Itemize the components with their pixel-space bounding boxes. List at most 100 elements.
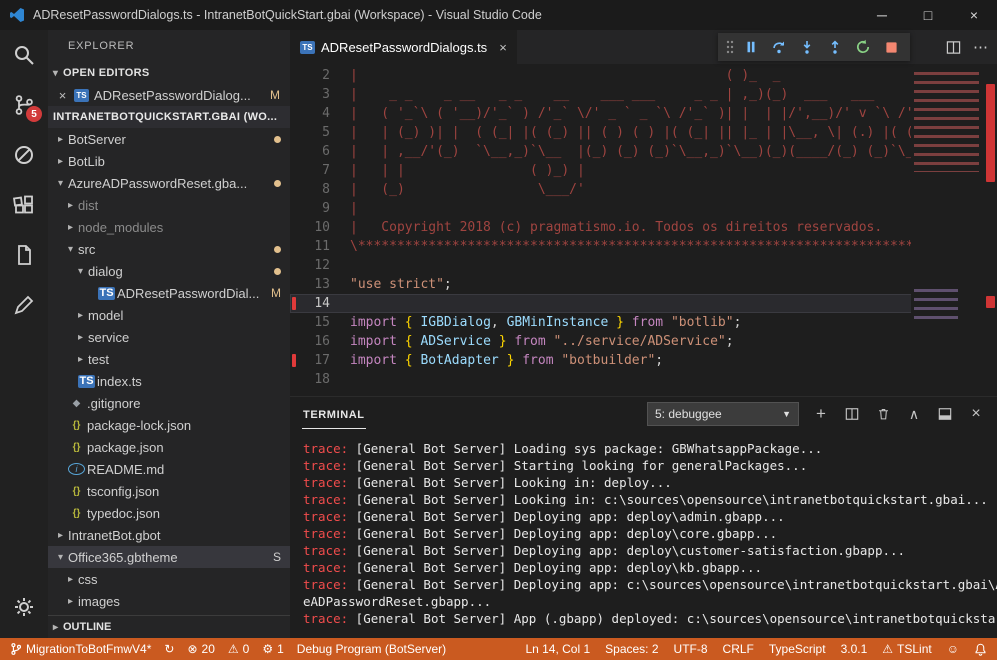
tab-adresetpassworddialogs[interactable]: TS ADResetPasswordDialogs.ts ×	[290, 30, 517, 64]
code-line[interactable]: 7| | | ( )_) | |	[290, 161, 997, 180]
minimize-button[interactable]: ─	[859, 0, 905, 30]
tree-item[interactable]: ▸BotLib	[48, 150, 290, 172]
warning-count: 0	[243, 642, 250, 656]
tree-item[interactable]: ▸BotServer	[48, 128, 290, 150]
eol-item[interactable]: CRLF	[723, 642, 754, 656]
code-line[interactable]: 18	[290, 370, 997, 389]
tree-item[interactable]: {}package.json	[48, 436, 290, 458]
restart-button[interactable]	[849, 33, 877, 61]
tree-item-label: images	[78, 594, 120, 609]
code-line[interactable]: 5| | (_) )| | ( (_| |( (_) || ( ) ( ) |(…	[290, 123, 997, 142]
tab-terminal[interactable]: TERMINAL	[302, 400, 366, 429]
errors-item[interactable]: ⊗ 20	[187, 642, 214, 656]
tree-item[interactable]: ▾src	[48, 238, 290, 260]
split-terminal-button[interactable]	[843, 405, 861, 423]
tree-item[interactable]: {}tsconfig.json	[48, 480, 290, 502]
git-branch-item[interactable]: MigrationToBotFmwV4*	[10, 642, 151, 656]
tree-item[interactable]: ▸css	[48, 568, 290, 590]
tree-item[interactable]: iREADME.md	[48, 458, 290, 480]
split-editor-icon[interactable]	[946, 40, 961, 55]
panel-position-icon[interactable]	[936, 405, 954, 423]
debug-config-item[interactable]: Debug Program (BotServer)	[297, 642, 446, 656]
maximize-panel-icon[interactable]: ∧	[905, 405, 923, 423]
tree-item[interactable]: ▸model	[48, 304, 290, 326]
pause-button[interactable]	[737, 33, 765, 61]
tree-item[interactable]: ▸test	[48, 348, 290, 370]
notifications-bell-icon[interactable]	[974, 642, 987, 657]
close-button[interactable]: ×	[951, 0, 997, 30]
encoding-item[interactable]: UTF-8	[674, 642, 708, 656]
kill-terminal-button[interactable]	[874, 405, 892, 423]
trace-prefix: trace:	[303, 509, 348, 524]
tree-item[interactable]: ▸dist	[48, 194, 290, 216]
new-terminal-button[interactable]: +	[812, 405, 830, 423]
code-line[interactable]: 13"use strict";	[290, 275, 997, 294]
settings-button[interactable]	[0, 582, 48, 632]
tree-item[interactable]: {}typedoc.json	[48, 502, 290, 524]
close-icon[interactable]: ×	[56, 88, 69, 103]
code-editor[interactable]: 2| ( )_ _ |3| _ _ _ __ _ _ __ ___ ___ _ …	[290, 64, 997, 396]
token: IGBDialog	[420, 315, 490, 330]
tree-item[interactable]: TSindex.ts	[48, 370, 290, 392]
code-line[interactable]: 2| ( )_ _ |	[290, 66, 997, 85]
tree-item[interactable]: ▾Office365.gbthemeS	[48, 546, 290, 568]
close-tab-icon[interactable]: ×	[499, 40, 507, 55]
code-line[interactable]: 16import { ADService } from "../service/…	[290, 332, 997, 351]
tslint-item[interactable]: ⚠ TSLint	[882, 642, 931, 656]
tree-item[interactable]: TSADResetPasswordDial...M	[48, 282, 290, 304]
edit-activity-button[interactable]	[0, 280, 48, 330]
maximize-button[interactable]: □	[905, 0, 951, 30]
code-line[interactable]: 4| ( '_`\ ( '__)/'_` ) /'_` \/' _ ` _ `\…	[290, 104, 997, 123]
stop-button[interactable]	[877, 33, 905, 61]
cursor-position-item[interactable]: Ln 14, Col 1	[525, 642, 590, 656]
search-activity-button[interactable]	[0, 30, 48, 80]
debug-icon	[12, 143, 36, 167]
tree-item[interactable]: ▸IntranetBot.gbot	[48, 524, 290, 546]
editor-scrollbar[interactable]	[983, 64, 997, 396]
tree-item[interactable]: ▾AzureADPasswordReset.gba...	[48, 172, 290, 194]
minimap[interactable]	[911, 64, 983, 394]
code-line[interactable]: 6| | ,__/'(_) `\__,_)`\__ |(_) (_) (_)`\…	[290, 142, 997, 161]
code-line[interactable]: 9| |	[290, 199, 997, 218]
code-line[interactable]: 14	[290, 294, 997, 313]
open-editors-header[interactable]: ▾ OPEN EDITORS	[48, 62, 290, 84]
step-out-button[interactable]	[821, 33, 849, 61]
debug-activity-button[interactable]	[0, 130, 48, 180]
code-line[interactable]: 12	[290, 256, 997, 275]
workspace-section-header[interactable]: INTRANETBOTQUICKSTART.GBAI (WO...	[48, 106, 290, 128]
tree-item[interactable]: ◆.gitignore	[48, 392, 290, 414]
terminal-output[interactable]: trace: [General Bot Server] Loading sys …	[290, 431, 997, 627]
warnings-item[interactable]: ⚠ 0	[228, 642, 249, 656]
close-panel-button[interactable]: ×	[967, 405, 985, 423]
tree-item-label: tsconfig.json	[87, 484, 159, 499]
drag-handle-icon[interactable]	[723, 33, 737, 61]
step-into-button[interactable]	[793, 33, 821, 61]
indicator-item[interactable]: ⚙ 1	[262, 642, 283, 656]
code-line[interactable]: 11\*************************************…	[290, 237, 997, 256]
step-over-button[interactable]	[765, 33, 793, 61]
tree-item[interactable]: {}package-lock.json	[48, 414, 290, 436]
open-editor-item[interactable]: × TS ADResetPasswordDialog... M	[48, 84, 290, 106]
tree-item[interactable]: ▸node_modules	[48, 216, 290, 238]
code-line[interactable]: 10| Copyright 2018 (c) pragmatismo.io. T…	[290, 218, 997, 237]
error-gutter-mark	[292, 373, 296, 386]
code-line[interactable]: 3| _ _ _ __ _ _ __ ___ ___ _ _ | ,_)(_) …	[290, 85, 997, 104]
files-activity-button[interactable]	[0, 230, 48, 280]
terminal-line: trace: [General Bot Server] Deploying ap…	[303, 525, 997, 542]
language-item[interactable]: TypeScript	[769, 642, 826, 656]
outline-header[interactable]: ▸ OUTLINE	[48, 615, 290, 638]
terminal-select[interactable]: 5: debuggee ▼	[647, 402, 799, 426]
tree-item[interactable]: ▸service	[48, 326, 290, 348]
tree-item[interactable]: ▾dialog	[48, 260, 290, 282]
ts-version-item[interactable]: 3.0.1	[841, 642, 868, 656]
feedback-smiley-icon[interactable]: ☺	[947, 642, 959, 656]
sync-button[interactable]: ↻	[164, 642, 174, 656]
code-line[interactable]: 17import { BotAdapter } from "botbuilder…	[290, 351, 997, 370]
tree-item[interactable]: ▸images	[48, 590, 290, 612]
indentation-item[interactable]: Spaces: 2	[605, 642, 658, 656]
code-line[interactable]: 15import { IGBDialog, GBMinInstance } fr…	[290, 313, 997, 332]
source-control-activity-button[interactable]: 5	[0, 80, 48, 130]
extensions-activity-button[interactable]	[0, 180, 48, 230]
more-actions-icon[interactable]: ⋯	[973, 38, 989, 56]
code-line[interactable]: 8| (_) \___/' |	[290, 180, 997, 199]
